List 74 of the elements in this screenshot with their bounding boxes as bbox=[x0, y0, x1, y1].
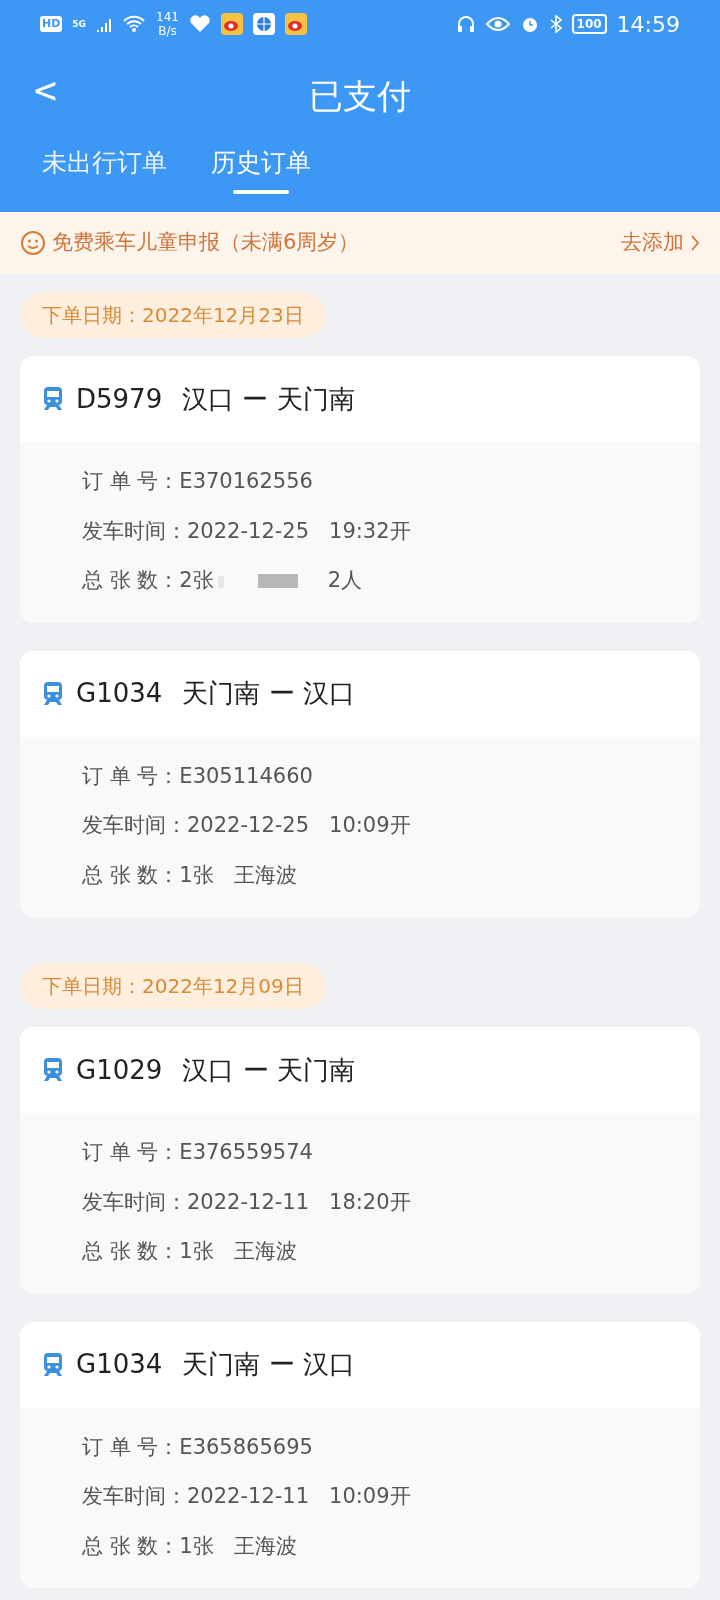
tab[interactable]: 历史订单 bbox=[211, 144, 311, 194]
train-number: G1029 bbox=[76, 1053, 163, 1087]
departure-time: 10:09开 bbox=[329, 1483, 411, 1510]
tab[interactable]: 未出行订单 bbox=[42, 144, 167, 194]
passenger-name: 王海波 bbox=[233, 1238, 297, 1265]
departure-label: 发车时间： bbox=[82, 1483, 187, 1510]
route-text: 汉口 ー 天门南 bbox=[182, 1053, 355, 1087]
route-text: 汉口 ー 天门南 bbox=[182, 382, 355, 416]
train-number: D5979 bbox=[76, 382, 163, 416]
page-title: 已支付 bbox=[309, 74, 411, 118]
eye-app-icon bbox=[284, 13, 307, 35]
order-card[interactable]: G1034 天门南 ー 汉口 订 单 号：E365865695 发车时间：2022-12-11 10:09开 总 张 数：1张 王海波 bbox=[20, 1321, 700, 1588]
passenger-name: 王海波 bbox=[233, 1532, 297, 1560]
order-card[interactable]: G1029 汉口 ー 天门南 订 单 号：E376559574 发车时间：2022-12-11 18:20开 总 张 数：1张 王海波 bbox=[20, 1027, 700, 1294]
train-icon bbox=[42, 680, 64, 707]
smiley-icon bbox=[20, 230, 46, 256]
network-speed: 141 bbox=[156, 10, 179, 24]
hd-badge: HD bbox=[40, 15, 63, 33]
departure-time: 18:20开 bbox=[329, 1188, 411, 1216]
order-number: E365865695 bbox=[179, 1433, 313, 1461]
add-link[interactable]: 去添加 bbox=[621, 227, 684, 259]
route-text: 天门南 ー 汉口 bbox=[182, 1348, 355, 1381]
notice-text: 免费乘车儿童申报（未满6周岁） bbox=[52, 229, 360, 257]
ticket-count-label: 总 张 数： bbox=[82, 1238, 180, 1265]
ticket-count-label: 总 张 数： bbox=[82, 861, 180, 889]
departure-label: 发车时间： bbox=[82, 1188, 187, 1216]
ticket-count-label: 总 张 数： bbox=[82, 1532, 180, 1560]
departure-date: 2022-12-25 bbox=[187, 517, 310, 545]
order-number: E305114660 bbox=[179, 762, 313, 790]
train-icon bbox=[42, 386, 64, 412]
battery-indicator: 100 bbox=[571, 14, 607, 34]
departure-date: 2022-12-11 bbox=[187, 1188, 310, 1216]
heart-icon bbox=[188, 15, 211, 33]
train-number: G1034 bbox=[76, 1348, 163, 1381]
order-label: 订 单 号： bbox=[82, 762, 180, 790]
chevron-right-icon bbox=[690, 234, 700, 252]
departure-time: 10:09开 bbox=[329, 812, 411, 839]
route-text: 天门南 ー 汉口 bbox=[182, 677, 355, 710]
ticket-count: 1张 bbox=[179, 1532, 214, 1560]
passenger-name: 王海波 bbox=[233, 861, 297, 889]
wifi-icon bbox=[122, 15, 146, 33]
eye-icon bbox=[485, 16, 510, 32]
order-label: 订 单 号： bbox=[82, 1433, 180, 1461]
order-date-pill: 下单日期：2022年12月09日 bbox=[20, 963, 326, 1009]
notice-banner[interactable]: 免费乘车儿童申报（未满6周岁） 去添加 bbox=[0, 212, 720, 274]
order-label: 订 单 号： bbox=[82, 1139, 180, 1166]
bluetooth-icon bbox=[549, 14, 562, 34]
train-icon bbox=[42, 1057, 64, 1083]
speed-unit: B/s bbox=[158, 24, 177, 38]
back-button[interactable]: < bbox=[34, 68, 57, 112]
departure-date: 2022-12-11 bbox=[187, 1483, 310, 1510]
passenger-name: 2人 bbox=[327, 567, 363, 594]
order-number: E376559574 bbox=[179, 1139, 313, 1166]
departure-label: 发车时间： bbox=[82, 812, 187, 839]
train-number: G1034 bbox=[76, 677, 163, 710]
eye-app-icon bbox=[220, 13, 243, 35]
network-label: 5G bbox=[72, 18, 86, 31]
ticket-count: 2张 bbox=[179, 567, 214, 594]
train-icon bbox=[42, 1351, 64, 1378]
globe-app-icon bbox=[252, 13, 275, 35]
clock-time: 14:59 bbox=[616, 10, 680, 39]
order-card[interactable]: D5979 汉口 ー 天门南 订 单 号：E370162556 发车时间：2022-12-25 19:32开 总 张 数：2张 2人 bbox=[20, 356, 700, 623]
order-card[interactable]: G1034 天门南 ー 汉口 订 单 号：E305114660 发车时间：2022-12-25 10:09开 总 张 数：1张 王海波 bbox=[20, 650, 700, 917]
departure-date: 2022-12-25 bbox=[187, 812, 310, 839]
order-number: E370162556 bbox=[179, 468, 313, 495]
departure-label: 发车时间： bbox=[82, 517, 187, 545]
signal-icon bbox=[96, 16, 112, 32]
departure-time: 19:32开 bbox=[329, 517, 411, 545]
ticket-count: 1张 bbox=[179, 861, 214, 889]
ticket-count-label: 总 张 数： bbox=[82, 567, 180, 594]
order-label: 订 单 号： bbox=[82, 468, 180, 495]
headphones-icon bbox=[455, 14, 476, 34]
ticket-count: 1张 bbox=[179, 1238, 214, 1265]
order-date-pill: 下单日期：2022年12月23日 bbox=[20, 292, 326, 338]
